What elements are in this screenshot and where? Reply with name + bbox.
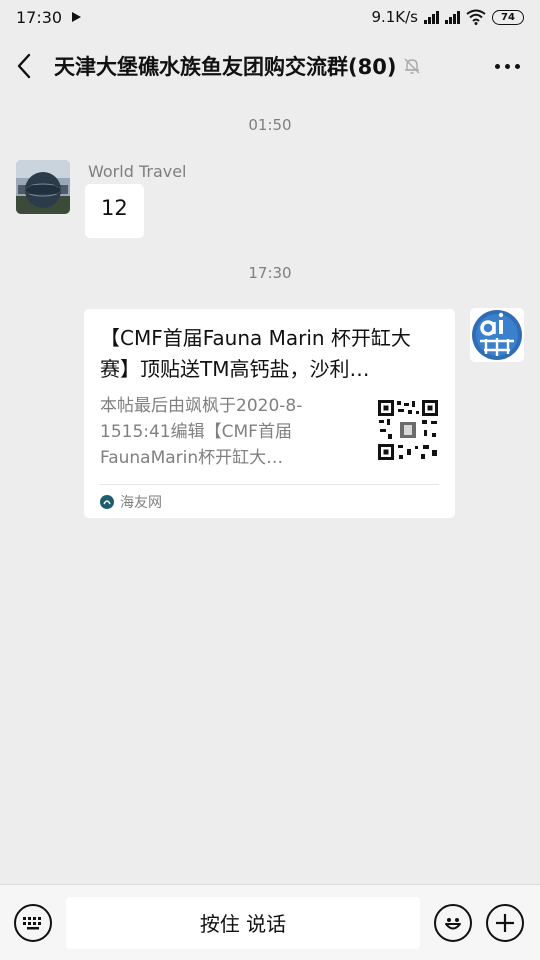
more-actions-button[interactable] <box>486 903 524 942</box>
emoji-button[interactable] <box>434 903 472 942</box>
status-bar: 17:30 9.1K/s 74 <box>0 0 540 34</box>
plus-icon <box>496 913 514 932</box>
avatar[interactable] <box>16 160 70 214</box>
more-icon <box>515 63 520 69</box>
back-icon <box>17 53 31 79</box>
back-button[interactable] <box>16 46 42 86</box>
avatar-image <box>470 308 524 362</box>
source-logo-icon <box>100 495 114 509</box>
link-card[interactable]: 【CMF首届Fauna Marin 杯开缸大赛】顶贴送TM高钙盐，沙利… 本帖最… <box>84 309 455 518</box>
battery-icon: 74 <box>492 9 524 25</box>
signal-icon <box>445 10 460 24</box>
play-icon <box>72 12 82 22</box>
status-time: 17:30 <box>16 7 63 27</box>
more-icon <box>495 63 500 69</box>
card-divider <box>100 484 439 485</box>
avatar[interactable] <box>470 308 524 362</box>
wifi-icon <box>466 9 486 25</box>
keyboard-icon <box>23 916 41 929</box>
chat-header: 天津大堡礁水族鱼友团购交流群(80) <box>0 34 540 98</box>
keyboard-button[interactable] <box>14 903 52 942</box>
link-card-source: 海友网 <box>100 492 162 512</box>
more-icon <box>505 63 510 69</box>
hold-to-talk-button[interactable]: 按住 说话 <box>66 896 420 949</box>
network-speed: 9.1K/s <box>371 8 418 26</box>
signal-icon <box>424 10 439 24</box>
sender-name: World Travel <box>88 162 187 181</box>
message-timestamp: 01:50 <box>248 116 292 134</box>
qr-code-thumbnail <box>377 399 439 461</box>
avatar-image <box>16 160 70 214</box>
more-button[interactable] <box>491 56 524 77</box>
chat-area[interactable]: 01:50 World Travel 12 17:30 【CMF首届Fauna … <box>0 98 540 884</box>
link-card-description: 本帖最后由飒枫于2020-8-1515:41编辑【CMF首届FaunaMarin… <box>100 396 303 468</box>
message-bubble[interactable]: 12 <box>85 184 144 238</box>
message-timestamp: 17:30 <box>248 264 292 282</box>
chat-title: 天津大堡礁水族鱼友团购交流群(80) <box>54 55 397 79</box>
link-card-title: 【CMF首届Fauna Marin 杯开缸大赛】顶贴送TM高钙盐，沙利… <box>100 326 411 381</box>
input-bar: 按住 说话 <box>0 884 540 960</box>
emoji-icon <box>445 917 461 929</box>
source-name: 海友网 <box>120 495 162 511</box>
mute-bell-icon <box>404 58 420 74</box>
